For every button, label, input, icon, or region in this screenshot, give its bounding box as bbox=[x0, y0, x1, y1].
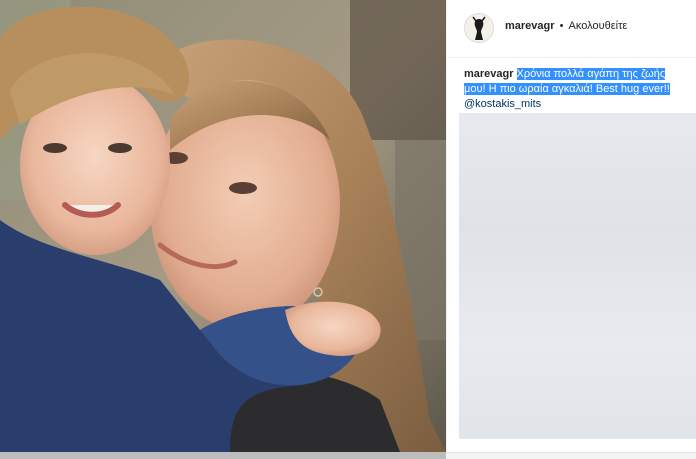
header-separator: • bbox=[559, 20, 564, 32]
caption-mention-link[interactable]: @kostakis_mits bbox=[464, 98, 541, 110]
header-text: marevagr • Ακολουθείτε bbox=[505, 20, 627, 32]
header-username[interactable]: marevagr bbox=[505, 20, 555, 32]
avatar[interactable] bbox=[464, 13, 494, 43]
post-photo[interactable] bbox=[0, 0, 446, 452]
profile-avatar-icon bbox=[465, 14, 493, 42]
caption-username[interactable]: marevagr bbox=[464, 68, 514, 80]
post-header: marevagr • Ακολουθείτε bbox=[447, 0, 696, 58]
caption-text-line1: Χρόνια πολλά αγάπη της ζωής bbox=[516, 68, 666, 80]
post-sidebar: marevagr • Ακολουθείτε marevagr Χρόνια πο… bbox=[446, 0, 696, 452]
comments-area-blurred bbox=[459, 113, 696, 439]
post-caption: marevagr Χρόνια πολλά αγάπη της ζωής μου!… bbox=[464, 67, 686, 112]
caption-text-line2: μου! Η πιο ωραία αγκαλιά! Best hug ever!… bbox=[464, 83, 670, 95]
scrollbar-thumb[interactable] bbox=[0, 452, 446, 459]
follow-status-button[interactable]: Ακολουθείτε bbox=[569, 20, 628, 32]
